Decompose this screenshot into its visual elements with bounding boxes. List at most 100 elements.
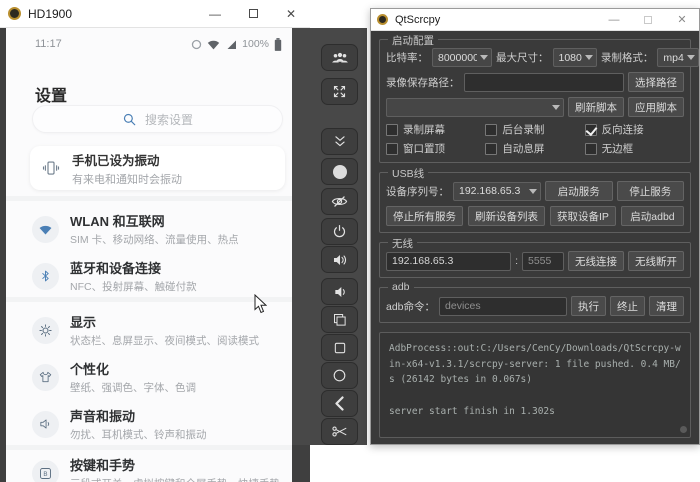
settings-item-bluetooth[interactable]: 蓝牙和设备连接 NFC、投射屏幕、触碰付款: [32, 255, 282, 297]
expand-notifications-button[interactable]: [321, 128, 358, 155]
device-serial-select[interactable]: 192.168.65.3: [453, 181, 541, 201]
sound-icon: [32, 410, 59, 438]
svg-text:B: B: [43, 471, 47, 478]
settings-item-personalization[interactable]: 个性化 壁纸、强调色、字体、色调: [32, 356, 282, 398]
record-dot-icon: [332, 164, 347, 179]
search-icon: [123, 113, 136, 125]
status-bar: 11:17 100%: [6, 36, 292, 52]
app-switch-button[interactable]: [321, 306, 358, 333]
checkbox-label: 窗口置顶: [403, 143, 445, 155]
screenshot-button[interactable]: [321, 418, 358, 445]
adb-group: adb adb命令： 执行 终止 清理: [379, 281, 691, 323]
launch-config-group-title: 启动配置: [388, 33, 438, 48]
qtscrcpy-window-title: QtScrcpy: [395, 13, 441, 26]
wireless-connect-button[interactable]: 无线连接: [568, 251, 624, 271]
circle-icon: [333, 369, 346, 382]
volume-up-button[interactable]: [321, 246, 358, 273]
settings-search-input[interactable]: 搜索设置: [32, 105, 283, 133]
checkbox-reverse-connection[interactable]: 反向连接: [584, 122, 684, 137]
square-icon: [334, 342, 345, 353]
select-path-button[interactable]: 选择路径: [628, 72, 684, 92]
checkbox-checked-icon: [584, 123, 597, 136]
battery-percent: 100%: [242, 38, 269, 50]
data-saver-icon: [191, 39, 202, 49]
group-control-button[interactable]: [321, 44, 358, 71]
checkbox-icon: [485, 142, 498, 155]
checkbox-label: 后台录制: [502, 124, 545, 136]
phone-maximize-button[interactable]: [234, 0, 272, 27]
checkbox-label: 录制屏幕: [403, 124, 445, 136]
qt-minimize-button[interactable]: —: [597, 9, 631, 30]
refresh-script-button[interactable]: 刷新脚本: [568, 97, 624, 117]
screen-off-button[interactable]: [321, 188, 358, 215]
maxsize-label: 最大尺寸：: [496, 52, 549, 64]
vibration-card-subtitle: 有来电和通知时会振动: [72, 173, 182, 186]
checkbox-record-screen[interactable]: 录制屏幕: [386, 122, 485, 137]
home-button[interactable]: [321, 362, 358, 389]
phone-close-button[interactable]: ✕: [272, 0, 310, 27]
back-button[interactable]: [321, 390, 358, 417]
record-path-label: 录像保存路径：: [386, 76, 460, 89]
settings-item-display[interactable]: 显示 状态栏、息屏显示、夜间模式、阅读模式: [32, 309, 282, 351]
status-wifi-icon: [207, 40, 220, 49]
phone-screen[interactable]: 11:17 100% 设置 搜索设置 手机已设为振动 有来电和通知时会振动 WL…: [6, 28, 292, 482]
checkbox-icon: [386, 142, 398, 155]
item-subtitle: 勿扰、耳机模式、铃声和振动: [70, 429, 207, 441]
wireless-ip-input[interactable]: [386, 251, 512, 271]
stop-all-services-button[interactable]: 停止所有服务: [386, 206, 463, 226]
checkbox-window-on-top[interactable]: 窗口置顶: [386, 141, 485, 156]
scrollbar-thumb[interactable]: [680, 426, 687, 433]
clear-button[interactable]: 清理: [649, 296, 684, 316]
group-icon: [331, 52, 348, 62]
stop-service-button[interactable]: 停止服务: [616, 181, 684, 201]
checkbox-label: 无边框: [601, 143, 634, 155]
bitrate-select[interactable]: 8000000: [432, 48, 492, 67]
qt-close-button[interactable]: ✕: [665, 9, 699, 30]
checkbox-auto-screen-off[interactable]: 自动息屏: [485, 141, 584, 156]
double-chevron-down-icon: [334, 136, 345, 147]
vibration-status-card[interactable]: 手机已设为振动 有来电和通知时会振动: [30, 146, 285, 190]
console-text: AdbProcess::out:C:/Users/CenCy/Downloads…: [389, 343, 681, 417]
terminate-button[interactable]: 终止: [610, 296, 645, 316]
app-switch-icon: [334, 314, 346, 326]
script-select[interactable]: [386, 97, 564, 117]
page-title: 设置: [35, 88, 68, 105]
bluetooth-icon: [32, 262, 59, 290]
get-device-ip-button[interactable]: 获取设备IP: [550, 206, 616, 226]
record-format-select[interactable]: mp4: [657, 48, 699, 67]
start-adbd-button[interactable]: 启动adbd: [620, 206, 684, 226]
record-path-input[interactable]: [463, 72, 624, 92]
settings-item-wlan[interactable]: WLAN 和互联网 SIM 卡、移动网络、流量使用、热点: [32, 208, 282, 250]
record-format-label: 录制格式：: [600, 52, 654, 64]
phone-minimize-button[interactable]: —: [196, 0, 234, 27]
maxsize-select[interactable]: 1080: [552, 48, 597, 67]
settings-item-buttons-gestures[interactable]: B 按键和手势 三段式开关、虚拟按键和全屏手势、快捷手势: [32, 452, 282, 482]
apply-script-button[interactable]: 应用脚本: [628, 97, 684, 117]
fullscreen-button[interactable]: [321, 78, 358, 105]
record-format-value: mp4: [663, 51, 684, 64]
adb-command-input[interactable]: [439, 296, 567, 316]
search-placeholder: 搜索设置: [144, 112, 193, 127]
qt-maximize-button[interactable]: [631, 9, 665, 30]
start-service-button[interactable]: 启动服务: [545, 181, 613, 201]
chevron-down-icon: [552, 104, 560, 110]
checkbox-borderless[interactable]: 无边框: [584, 141, 684, 156]
wireless-group: 无线 : 无线连接 无线断开: [379, 236, 691, 278]
checkbox-label: 自动息屏: [502, 143, 545, 155]
item-subtitle: NFC、投射屏幕、触碰付款: [70, 281, 197, 293]
settings-item-sound[interactable]: 声音和振动 勿扰、耳机模式、铃声和振动: [32, 403, 282, 445]
wireless-disconnect-button[interactable]: 无线断开: [628, 251, 684, 271]
execute-button[interactable]: 执行: [571, 296, 606, 316]
record-button[interactable]: [321, 158, 358, 185]
power-button[interactable]: [321, 218, 358, 245]
wireless-port-input[interactable]: [522, 251, 564, 271]
checkbox-background-record[interactable]: 后台录制: [485, 122, 584, 137]
console-output[interactable]: AdbProcess::out:C:/Users/CenCy/Downloads…: [379, 332, 691, 438]
adb-group-title: adb: [388, 281, 414, 293]
menu-button[interactable]: [321, 334, 358, 361]
phone-titlebar: HD1900 — ✕: [0, 0, 310, 28]
status-time: 11:17: [35, 38, 62, 50]
volume-down-button[interactable]: [321, 278, 358, 305]
refresh-device-list-button[interactable]: 刷新设备列表: [468, 206, 545, 226]
group-divider: [6, 196, 292, 201]
